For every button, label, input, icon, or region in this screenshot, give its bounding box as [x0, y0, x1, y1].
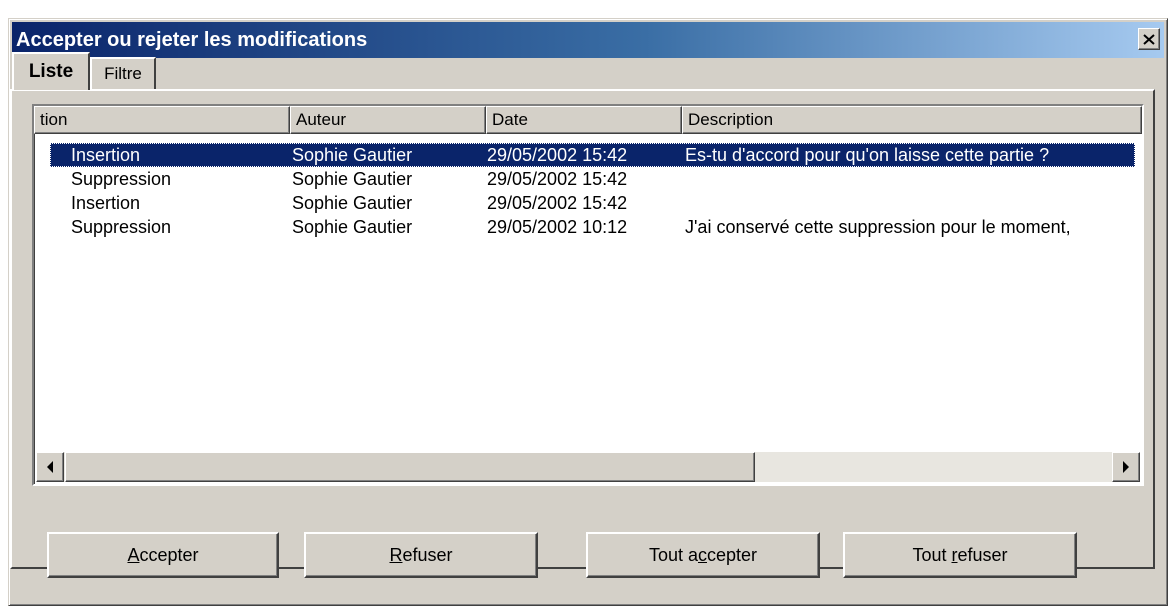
reject-all-label-rest: efuser — [957, 544, 1008, 565]
list-row[interactable]: Suppression Sophie Gautier 29/05/2002 15… — [34, 167, 1142, 191]
accept-button-label: Accepter — [127, 545, 198, 566]
row-action: Insertion — [71, 193, 141, 213]
tab-liste-label: Liste — [28, 61, 74, 82]
column-header-author-label: Auteur — [296, 110, 347, 129]
scroll-right-button[interactable] — [1112, 452, 1140, 482]
row-description: Es-tu d'accord pour qu'on laisse cette p… — [685, 145, 1050, 165]
accept-all-button-label: Tout accepter — [649, 545, 757, 566]
row-action: Suppression — [71, 217, 172, 237]
accept-mnemonic: A — [127, 544, 140, 565]
title-bar[interactable]: Accepter ou rejeter les modifications — [12, 22, 1164, 58]
row-description: J'ai conservé cette suppression pour le … — [685, 217, 1071, 237]
tab-filtre-label: Filtre — [104, 64, 142, 83]
row-action: Suppression — [71, 169, 172, 189]
close-button[interactable] — [1138, 28, 1160, 50]
arrow-left-icon — [47, 461, 53, 473]
row-action: Insertion — [71, 145, 141, 165]
scrollbar-thumb[interactable] — [65, 452, 755, 482]
row-date: 29/05/2002 15:42 — [487, 193, 628, 213]
accept-all-label-pre: Tout a — [648, 544, 698, 565]
tab-filtre[interactable]: Filtre — [90, 57, 156, 89]
column-header-date[interactable]: Date — [486, 106, 682, 134]
reject-label-rest: efuser — [402, 544, 453, 565]
column-header-author[interactable]: Auteur — [290, 106, 486, 134]
column-header-date-label: Date — [492, 110, 528, 129]
reject-mnemonic: R — [389, 544, 403, 565]
accept-all-mnemonic: c — [698, 544, 707, 565]
column-header-description-label: Description — [688, 110, 774, 129]
list-row[interactable]: Insertion Sophie Gautier 29/05/2002 15:4… — [34, 143, 1142, 167]
row-date: 29/05/2002 10:12 — [487, 217, 628, 237]
scroll-left-button[interactable] — [36, 452, 64, 482]
reject-all-button-label: Tout refuser — [912, 545, 1007, 566]
reject-button-label: Refuser — [389, 545, 452, 566]
accept-button[interactable]: Accepter — [47, 532, 279, 578]
column-header-action[interactable]: tion — [34, 106, 290, 134]
row-author: Sophie Gautier — [292, 145, 413, 165]
horizontal-scrollbar[interactable] — [36, 452, 1140, 482]
list-row[interactable]: Insertion Sophie Gautier 29/05/2002 15:4… — [34, 191, 1142, 215]
tab-liste[interactable]: Liste — [12, 52, 90, 90]
row-author: Sophie Gautier — [292, 169, 413, 189]
changes-list[interactable]: tion Auteur Date Description Insertion S… — [32, 104, 1144, 486]
column-header-description[interactable]: Description — [682, 106, 1142, 134]
row-author: Sophie Gautier — [292, 217, 413, 237]
arrow-right-icon — [1123, 461, 1129, 473]
row-date: 29/05/2002 15:42 — [487, 145, 628, 165]
close-icon — [1143, 33, 1155, 45]
list-row[interactable]: Suppression Sophie Gautier 29/05/2002 10… — [34, 215, 1142, 239]
reject-all-label-pre: Tout — [912, 544, 952, 565]
reject-button[interactable]: Refuser — [304, 532, 538, 578]
dialog-title: Accepter ou rejeter les modifications — [16, 29, 368, 51]
accept-label-rest: ccepter — [139, 544, 199, 565]
column-header-action-label: tion — [40, 110, 68, 129]
reject-all-button[interactable]: Tout refuser — [843, 532, 1077, 578]
row-date: 29/05/2002 15:42 — [487, 169, 628, 189]
row-author: Sophie Gautier — [292, 193, 413, 213]
accept-all-button[interactable]: Tout accepter — [586, 532, 820, 578]
accept-all-label-rest: cepter — [707, 544, 758, 565]
